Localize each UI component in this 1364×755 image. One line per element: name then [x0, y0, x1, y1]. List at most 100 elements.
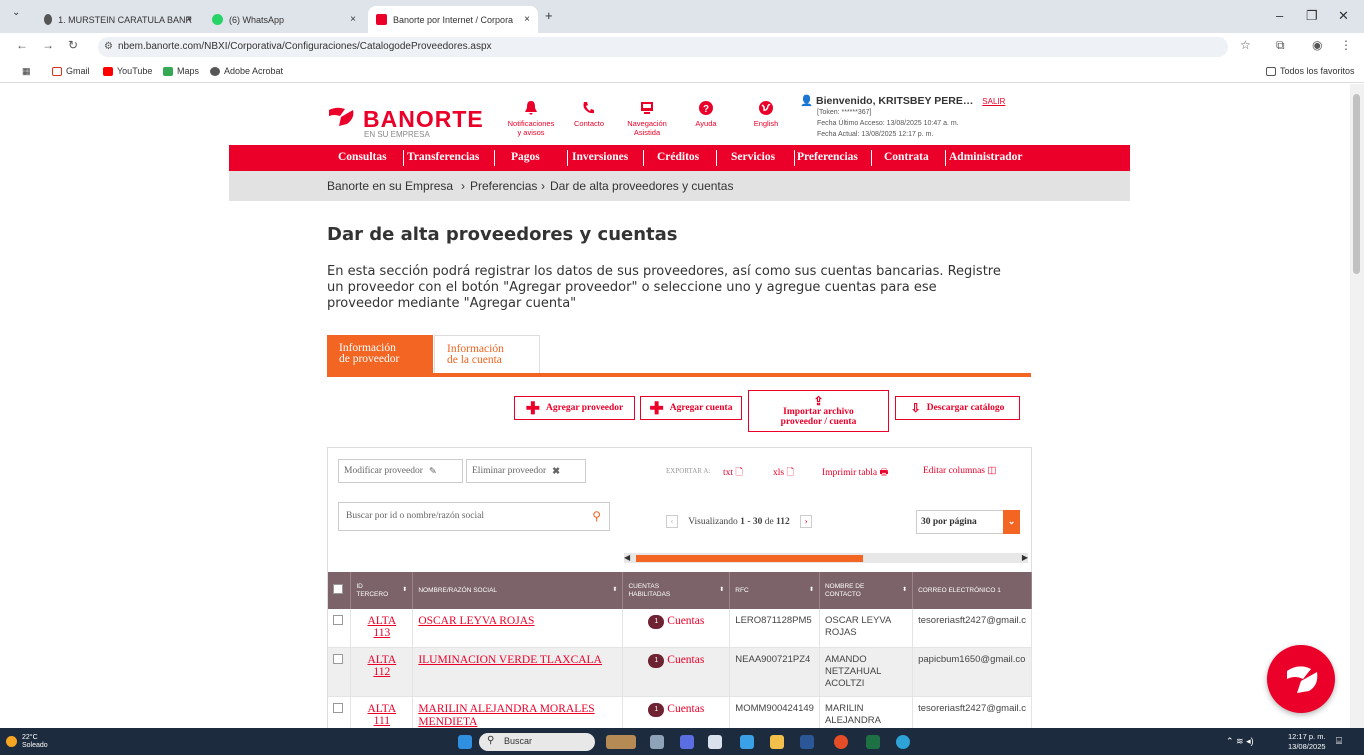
forward-icon[interactable]: →: [42, 38, 54, 52]
column-header[interactable]: CUENTAS HABILITADAS ⬍: [622, 572, 731, 609]
scroll-right-icon[interactable]: ▶: [1022, 553, 1028, 563]
chrome-icon[interactable]: [834, 735, 848, 749]
notifications-button[interactable]: Notificaciones y avisos: [500, 100, 562, 137]
third-party-id-link[interactable]: ALTA 112: [356, 654, 407, 678]
per-page-select[interactable]: 30 por página ⌄: [916, 510, 1020, 534]
system-tray-icons[interactable]: ⌃ ≋ ◂): [1226, 736, 1254, 747]
accounts-link[interactable]: Cuentas: [667, 654, 704, 666]
download-catalog-button[interactable]: ⇩ Descargar catálogo: [895, 396, 1020, 420]
column-header[interactable]: CORREO ELECTRÓNICO 1: [912, 572, 1032, 609]
select-all-checkbox[interactable]: [333, 584, 343, 594]
all-bookmarks[interactable]: Todos los favoritos: [1266, 66, 1355, 76]
tab-search-icon[interactable]: ⌄: [12, 7, 20, 18]
nav-consultas[interactable]: Consultas: [338, 151, 387, 163]
menu-icon[interactable]: ⋮: [1340, 38, 1352, 52]
assisted-navigation-button[interactable]: Navegación Asistida: [618, 100, 676, 137]
nav-servicios[interactable]: Servicios: [731, 151, 775, 163]
modify-provider-button[interactable]: Modificar proveedor ✎: [338, 459, 463, 483]
browser-tab-3[interactable]: Banorte por Internet / Corpora ×: [368, 6, 538, 33]
accounts-cell[interactable]: 1 Cuentas: [622, 647, 731, 697]
minimize-icon[interactable]: –: [1276, 8, 1283, 23]
task-view-icon[interactable]: [650, 735, 664, 749]
accounts-cell[interactable]: 1 Cuentas: [622, 696, 731, 728]
provider-name-link[interactable]: ILUMINACION VERDE TLAXCALA: [418, 654, 602, 666]
apps-icon[interactable]: ▦: [22, 66, 31, 77]
back-icon[interactable]: ←: [16, 38, 28, 52]
logout-link[interactable]: SALIR: [982, 97, 1005, 106]
bookmark-acrobat[interactable]: Adobe Acrobat: [210, 66, 283, 76]
breadcrumb-item[interactable]: Banorte en su Empresa: [327, 179, 453, 193]
delete-provider-button[interactable]: Eliminar proveedor ✖: [466, 459, 586, 483]
accounts-link[interactable]: Cuentas: [667, 703, 704, 715]
scroll-left-icon[interactable]: ◀: [624, 553, 630, 563]
chat-assistant-button[interactable]: [1267, 645, 1335, 713]
profile-icon[interactable]: ◉: [1312, 38, 1322, 52]
export-xls-button[interactable]: xls 🗋: [773, 465, 794, 481]
clock[interactable]: 12:17 p. m. 13/08/2025: [1288, 732, 1326, 752]
help-button[interactable]: ? Ayuda: [686, 100, 726, 128]
search-icon[interactable]: ⚲: [592, 509, 601, 524]
third-party-id-link[interactable]: ALTA 111: [356, 703, 407, 727]
column-header[interactable]: ID TERCERO ⬍: [350, 572, 414, 609]
column-header[interactable]: NOMBRE/RAZÓN SOCIAL ⬍: [412, 572, 624, 609]
nav-pagos[interactable]: Pagos: [511, 151, 540, 163]
extensions-icon[interactable]: ⧉: [1276, 38, 1285, 53]
next-page-button[interactable]: ›: [800, 515, 813, 528]
excel-icon[interactable]: [866, 735, 880, 749]
tab-provider-info[interactable]: Información de proveedor: [327, 335, 433, 373]
add-account-button[interactable]: ✚ Agregar cuenta: [640, 396, 742, 420]
site-settings-icon[interactable]: ⚙: [104, 37, 113, 57]
browser-tab-2[interactable]: (6) WhatsApp ×: [204, 6, 364, 33]
edge-icon[interactable]: [896, 735, 910, 749]
export-txt-button[interactable]: txt 🗋: [723, 465, 743, 481]
browser-tab-1[interactable]: 1. MURSTEIN CARATULA BANR ×: [36, 6, 200, 33]
widget-icon[interactable]: [606, 735, 636, 749]
close-icon[interactable]: ×: [186, 14, 192, 25]
provider-name-link[interactable]: OSCAR LEYVA ROJAS: [418, 615, 534, 627]
row-checkbox[interactable]: [333, 615, 343, 625]
store-icon[interactable]: [708, 735, 722, 749]
search-input[interactable]: Buscar por id o nombre/razón social ⚲: [338, 502, 610, 531]
accounts-cell[interactable]: 1 Cuentas: [622, 609, 731, 648]
tab-account-info[interactable]: Información de la cuenta: [434, 335, 540, 373]
edit-columns-button[interactable]: Editar columnas ◫: [923, 465, 996, 476]
close-window-icon[interactable]: ✕: [1338, 8, 1349, 24]
nav-creditos[interactable]: Créditos: [657, 151, 699, 163]
nav-contrata[interactable]: Contrata: [884, 151, 929, 163]
file-explorer-icon[interactable]: [770, 735, 784, 749]
bookmark-maps[interactable]: Maps: [163, 66, 199, 76]
english-button[interactable]: English: [745, 100, 787, 128]
nav-inversiones[interactable]: Inversiones: [572, 151, 628, 163]
add-provider-button[interactable]: ✚ Agregar proveedor: [514, 396, 635, 420]
row-checkbox[interactable]: [333, 702, 343, 713]
reload-icon[interactable]: ↻: [68, 38, 78, 52]
close-icon[interactable]: ×: [524, 14, 530, 25]
breadcrumb-item[interactable]: Preferencias: [470, 179, 537, 193]
prev-page-button[interactable]: ‹: [666, 515, 678, 528]
bookmark-gmail[interactable]: Gmail: [52, 66, 90, 76]
teams-icon[interactable]: [680, 735, 694, 749]
photos-icon[interactable]: [740, 735, 754, 749]
scrollbar-thumb[interactable]: [1353, 94, 1360, 274]
address-bar[interactable]: ⚙ nbem.banorte.com/NBXI/Corporativa/Conf…: [98, 37, 1228, 57]
new-tab-button[interactable]: +: [545, 8, 553, 23]
vertical-scrollbar[interactable]: [1350, 84, 1364, 728]
third-party-id-link[interactable]: ALTA 113: [356, 615, 407, 639]
restore-icon[interactable]: ❐: [1306, 8, 1318, 24]
accounts-link[interactable]: Cuentas: [667, 615, 704, 627]
bookmark-star-icon[interactable]: ☆: [1240, 38, 1251, 52]
print-table-button[interactable]: Imprimir tabla 🖶: [822, 465, 888, 481]
notification-icon[interactable]: ⌸: [1336, 736, 1342, 747]
scrollbar-thumb[interactable]: [636, 555, 863, 562]
column-header[interactable]: NOMBRE DE CONTACTO ⬍: [819, 572, 914, 609]
nav-preferencias[interactable]: Preferencias: [797, 151, 858, 163]
contact-button[interactable]: Contacto: [566, 100, 612, 128]
nav-administrador[interactable]: Administrador: [949, 151, 1022, 163]
weather-widget[interactable]: 22°C Soleado: [22, 734, 48, 750]
horizontal-scrollbar[interactable]: ◀ ▶: [624, 553, 1028, 563]
word-icon[interactable]: [800, 735, 814, 749]
bookmark-youtube[interactable]: YouTube: [103, 66, 152, 76]
column-header[interactable]: RFC ⬍: [729, 572, 820, 609]
import-file-button[interactable]: ⇪ Importar archivo proveedor / cuenta: [748, 390, 889, 432]
taskbar-search[interactable]: ⚲ Buscar: [479, 733, 595, 751]
